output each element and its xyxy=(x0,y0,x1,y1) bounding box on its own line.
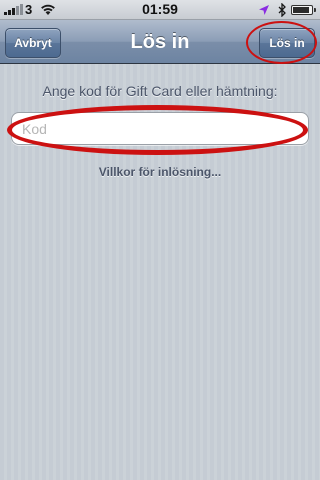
code-prompt-label: Ange kod för Gift Card eller hämtning: xyxy=(42,83,278,99)
page-title: Lös in xyxy=(130,31,190,53)
location-arrow-icon xyxy=(258,4,270,19)
status-time: 01:59 xyxy=(142,1,178,17)
redeem-button[interactable]: Lös in xyxy=(259,28,315,58)
code-input[interactable] xyxy=(11,112,309,145)
battery-level xyxy=(293,7,309,13)
bluetooth-icon xyxy=(278,2,287,20)
battery-icon xyxy=(291,5,316,15)
cancel-button[interactable]: Avbryt xyxy=(5,28,61,58)
navigation-bar: Avbryt Lös in Lös in xyxy=(0,20,320,64)
redemption-terms-link[interactable]: Villkor för inlösning... xyxy=(0,165,320,180)
status-bar: 3 01:59 xyxy=(0,0,320,20)
